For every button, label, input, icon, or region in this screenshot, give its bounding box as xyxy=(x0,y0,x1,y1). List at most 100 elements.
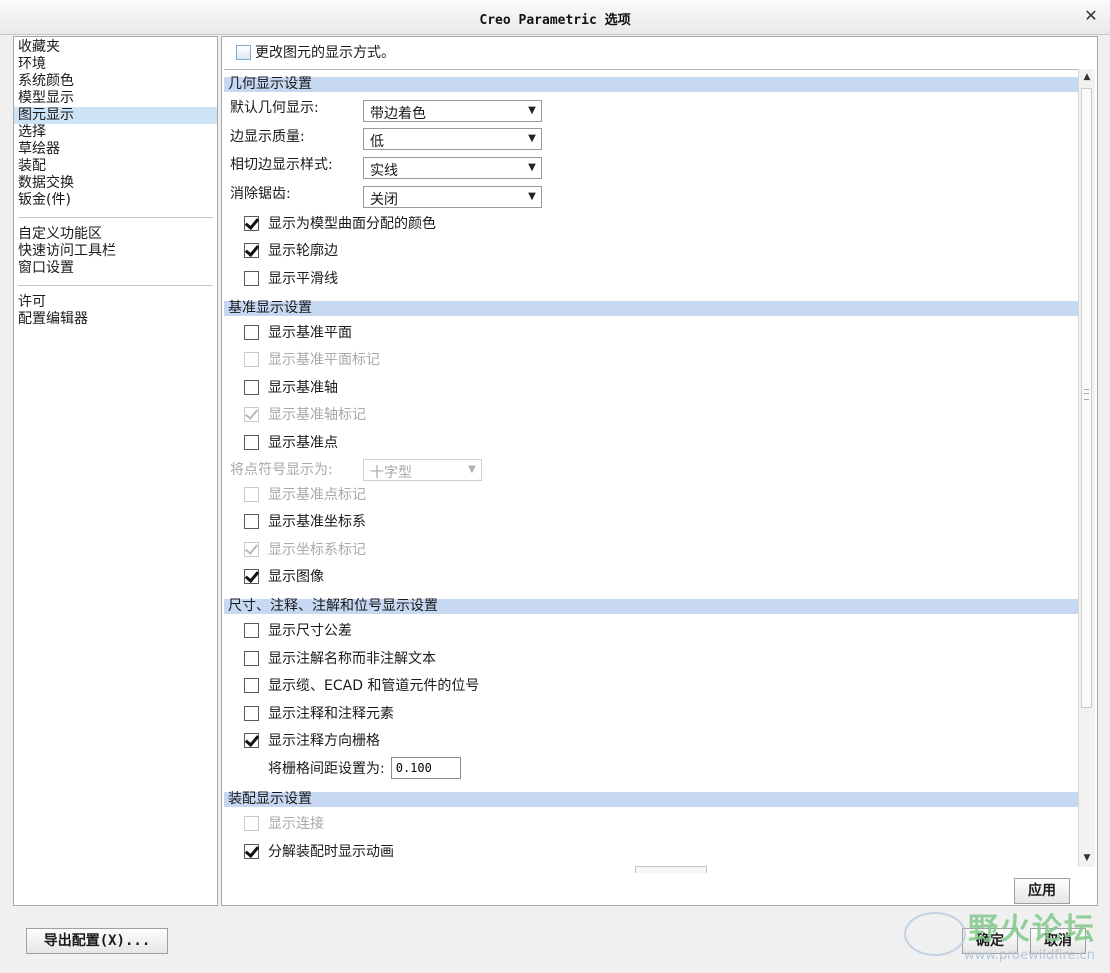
point-symbol-label: 将点符号显示为: xyxy=(230,462,333,478)
nav-item-customize-ribbon[interactable]: 自定义功能区 xyxy=(14,226,217,243)
info-icon xyxy=(236,44,251,60)
edge-quality-row: 边显示质量: xyxy=(230,124,305,148)
dropdown-arrow-icon: ▼ xyxy=(528,191,536,202)
orientation-grid-checkbox[interactable] xyxy=(244,732,259,748)
connections-checkbox[interactable] xyxy=(244,815,259,831)
dropdown-arrow-icon: ▼ xyxy=(528,133,536,144)
nav-item-system-colors[interactable]: 系统颜色 xyxy=(14,73,217,90)
section-assembly-display: 装配显示设置 xyxy=(224,792,1079,807)
cb-row-images: 显示图像 xyxy=(244,564,324,588)
default-geometry-select[interactable]: 带边着色 ▼ xyxy=(363,100,542,122)
panel-header: 更改图元的显示方式。 xyxy=(236,42,395,62)
scroll-down-icon[interactable]: ▼ xyxy=(1079,850,1095,867)
datum-csys-checkbox[interactable] xyxy=(244,513,259,529)
antialias-row: 消除锯齿: xyxy=(230,181,291,205)
cb-row-datum-axes: 显示基准轴 xyxy=(244,375,338,399)
datum-axis-tags-checkbox[interactable] xyxy=(244,406,259,422)
nav-item-quick-access-toolbar[interactable]: 快速访问工具栏 xyxy=(14,243,217,260)
datum-axis-tags-label: 显示基准轴标记 xyxy=(268,407,366,423)
datum-csys-label: 显示基准坐标系 xyxy=(268,514,366,530)
csys-tags-checkbox[interactable] xyxy=(244,541,259,557)
cb-row-connections: 显示连接 xyxy=(244,811,324,835)
grid-spacing-input[interactable] xyxy=(390,757,461,779)
datum-point-tags-checkbox[interactable] xyxy=(244,486,259,502)
cb-row-datum-points: 显示基准点 xyxy=(244,430,338,454)
edge-quality-label: 边显示质量: xyxy=(230,129,305,145)
vertical-scrollbar[interactable]: ▲ ▼ xyxy=(1078,69,1095,867)
annotation-elements-checkbox[interactable] xyxy=(244,705,259,721)
nav-item-sheetmetal[interactable]: 钣金(件) xyxy=(14,192,217,209)
cb-row-orientation-grid: 显示注释方向栅格 xyxy=(244,728,380,752)
scrollbar-thumb[interactable] xyxy=(1081,88,1092,708)
section-geometry-display: 几何显示设置 xyxy=(224,77,1079,92)
nav-divider xyxy=(18,217,213,218)
nav-item-sketcher[interactable]: 草绘器 xyxy=(14,141,217,158)
point-symbol-row: 将点符号显示为: xyxy=(230,457,333,481)
datum-planes-checkbox[interactable] xyxy=(244,324,259,340)
nav-item-data-exchange[interactable]: 数据交换 xyxy=(14,175,217,192)
grid-spacing-row: 将栅格间距设置为: xyxy=(268,756,461,780)
default-geometry-value: 带边着色 xyxy=(370,106,426,122)
close-icon[interactable]: ✕ xyxy=(1082,7,1100,25)
cb-row-cable-ecad: 显示缆、ECAD 和管道元件的位号 xyxy=(244,673,479,697)
annotation-names-label: 显示注解名称而非注解文本 xyxy=(268,651,436,667)
nav-item-model-display[interactable]: 模型显示 xyxy=(14,90,217,107)
point-symbol-select[interactable]: 十字型 ▼ xyxy=(363,459,482,481)
cb-row-tolerances: 显示尺寸公差 xyxy=(244,618,352,642)
tolerances-label: 显示尺寸公差 xyxy=(268,623,352,639)
smooth-lines-checkbox[interactable] xyxy=(244,270,259,286)
nav-item-environment[interactable]: 环境 xyxy=(14,56,217,73)
cb-row-explode-animation: 分解装配时显示动画 xyxy=(244,839,394,863)
annotation-elements-label: 显示注释和注释元素 xyxy=(268,706,394,722)
nav-item-config-editor[interactable]: 配置编辑器 xyxy=(14,311,217,328)
settings-scroll-area[interactable]: 几何显示设置 默认几何显示: 带边着色 ▼ 边显示质量: 低 ▼ 相切边显示样式… xyxy=(224,69,1079,868)
smooth-lines-label: 显示平滑线 xyxy=(268,271,338,287)
export-config-button[interactable]: 导出配置(X)... xyxy=(26,928,168,954)
images-checkbox[interactable] xyxy=(244,568,259,584)
window-title: Creo Parametric 选项 xyxy=(479,13,631,28)
silhouette-checkbox[interactable] xyxy=(244,242,259,258)
datum-points-checkbox[interactable] xyxy=(244,434,259,450)
nav-item-assembly[interactable]: 装配 xyxy=(14,158,217,175)
edge-quality-value: 低 xyxy=(370,134,384,150)
tangent-style-value: 实线 xyxy=(370,163,398,179)
cancel-button[interactable]: 取消 xyxy=(1030,928,1086,954)
section-dimension-display: 尺寸、注释、注解和位号显示设置 xyxy=(224,599,1079,614)
title-bar: Creo Parametric 选项 ✕ xyxy=(0,0,1110,35)
nav-group-2: 自定义功能区 快速访问工具栏 窗口设置 xyxy=(14,226,217,277)
watermark-logo-icon xyxy=(904,912,966,956)
surface-colors-checkbox[interactable] xyxy=(244,215,259,231)
nav-item-entity-display[interactable]: 图元显示 xyxy=(14,107,217,124)
antialias-select[interactable]: 关闭 ▼ xyxy=(363,186,542,208)
apply-button[interactable]: 应用 xyxy=(1014,878,1070,904)
cb-row-datum-plane-tags: 显示基准平面标记 xyxy=(244,347,380,371)
nav-group-3: 许可 配置编辑器 xyxy=(14,294,217,328)
scroll-up-icon[interactable]: ▲ xyxy=(1079,69,1095,86)
antialias-value: 关闭 xyxy=(370,192,398,208)
point-symbol-value: 十字型 xyxy=(370,465,412,481)
section-datum-display: 基准显示设置 xyxy=(224,301,1079,316)
horizontal-scroll-stub xyxy=(635,866,707,873)
surface-colors-label: 显示为模型曲面分配的颜色 xyxy=(268,216,436,232)
ok-button[interactable]: 确定 xyxy=(962,928,1018,954)
tangent-style-select[interactable]: 实线 ▼ xyxy=(363,157,542,179)
csys-tags-label: 显示坐标系标记 xyxy=(268,542,366,558)
nav-group-1: 收藏夹 环境 系统颜色 模型显示 图元显示 选择 草绘器 装配 数据交换 钣金(… xyxy=(14,39,217,209)
edge-quality-select[interactable]: 低 ▼ xyxy=(363,128,542,150)
tangent-style-label: 相切边显示样式: xyxy=(230,157,333,173)
explode-animation-checkbox[interactable] xyxy=(244,843,259,859)
annotation-names-checkbox[interactable] xyxy=(244,650,259,666)
cable-ecad-label: 显示缆、ECAD 和管道元件的位号 xyxy=(268,678,480,694)
datum-plane-tags-checkbox[interactable] xyxy=(244,351,259,367)
datum-axes-checkbox[interactable] xyxy=(244,379,259,395)
nav-item-window-settings[interactable]: 窗口设置 xyxy=(14,260,217,277)
nav-item-selection[interactable]: 选择 xyxy=(14,124,217,141)
tolerances-checkbox[interactable] xyxy=(244,622,259,638)
nav-divider xyxy=(18,285,213,286)
cable-ecad-checkbox[interactable] xyxy=(244,677,259,693)
datum-point-tags-label: 显示基准点标记 xyxy=(268,487,366,503)
nav-item-favorites[interactable]: 收藏夹 xyxy=(14,39,217,56)
datum-plane-tags-label: 显示基准平面标记 xyxy=(268,352,380,368)
cb-row-surface-colors: 显示为模型曲面分配的颜色 xyxy=(244,211,436,235)
nav-item-license[interactable]: 许可 xyxy=(14,294,217,311)
